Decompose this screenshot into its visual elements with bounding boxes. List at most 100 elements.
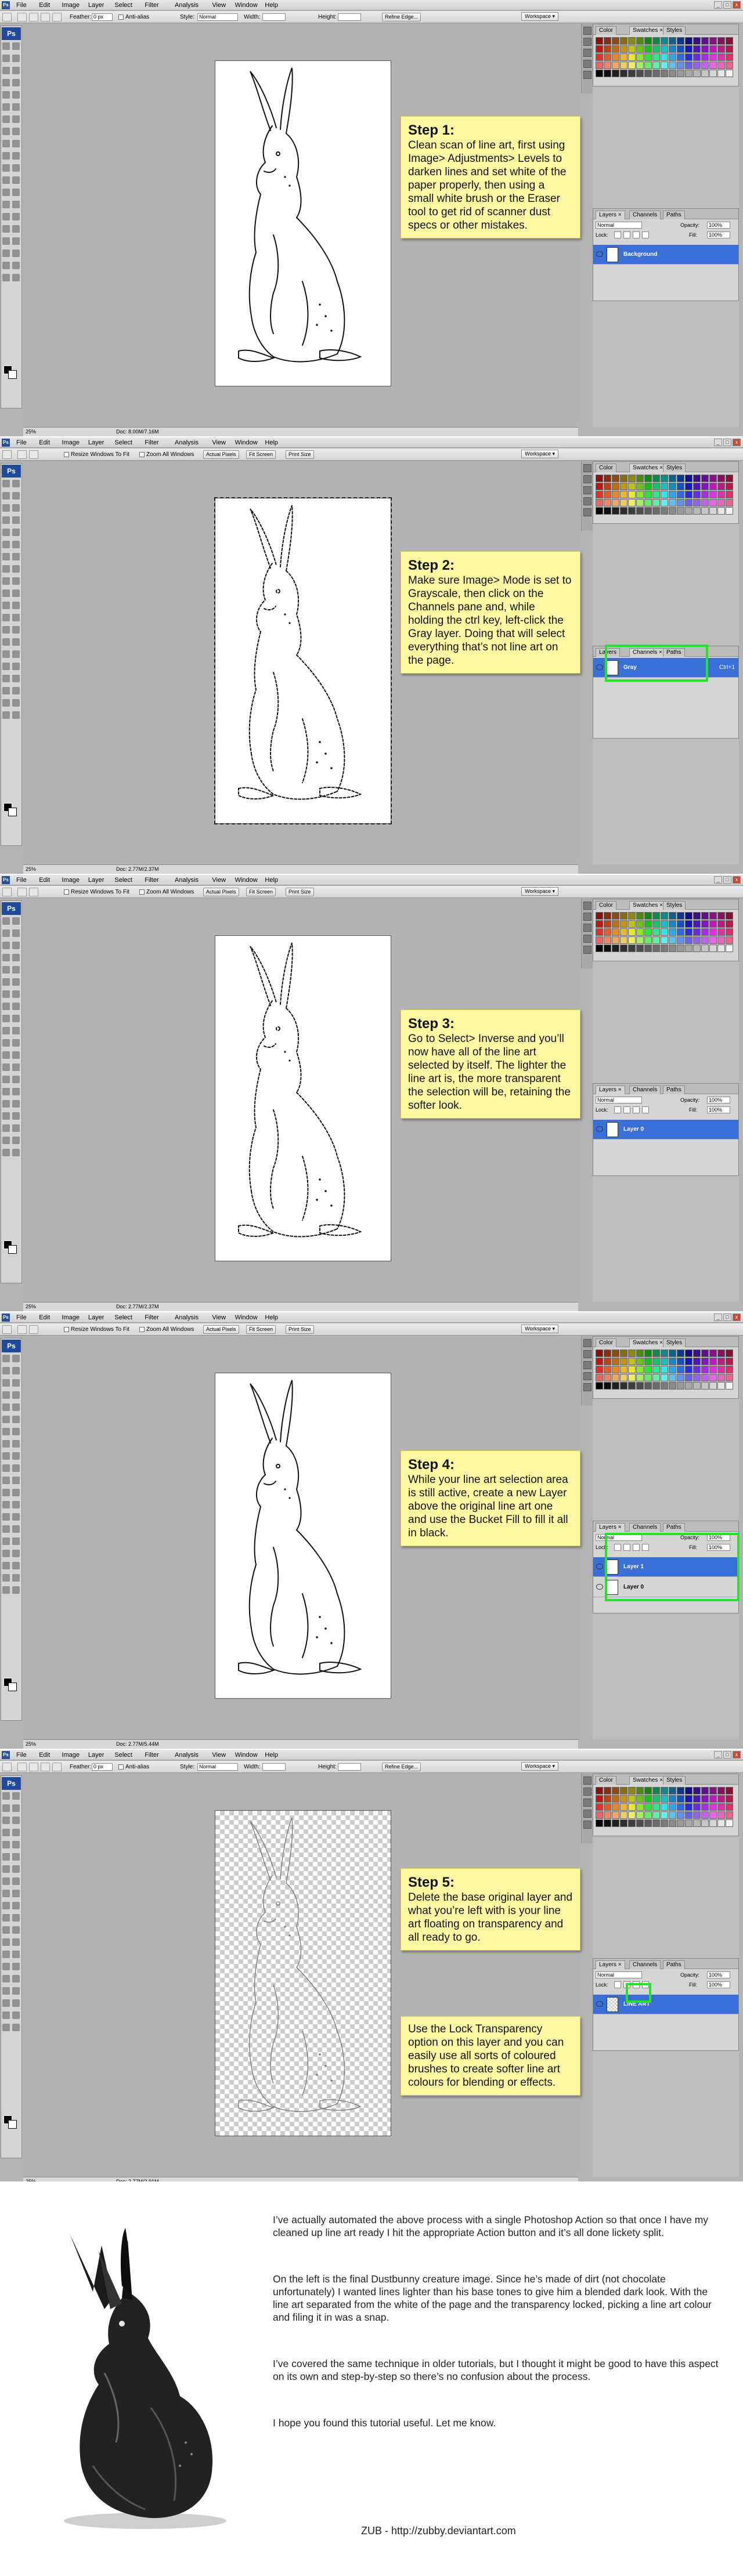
menu-edit[interactable]: Edit	[39, 439, 50, 446]
tool-icon[interactable]	[12, 1853, 20, 1861]
tool-icon[interactable]	[12, 663, 20, 670]
tool-icon[interactable]	[2, 1914, 10, 1922]
tool-icon[interactable]	[2, 541, 10, 548]
tool-icon[interactable]	[12, 480, 20, 487]
tab-channels[interactable]: Channels	[629, 1523, 661, 1532]
menu-filter[interactable]: Filter	[145, 2, 158, 9]
menu-file[interactable]: File	[16, 877, 27, 884]
menu-view[interactable]: View	[212, 2, 226, 9]
tool-icon[interactable]	[2, 1027, 10, 1034]
tool-icon[interactable]	[2, 1586, 10, 1594]
workspace-button[interactable]: Workspace ▾	[521, 887, 558, 896]
tool-icon[interactable]	[12, 699, 20, 707]
tool-icon[interactable]	[12, 55, 20, 62]
tool-icon[interactable]	[12, 1841, 20, 1848]
workspace-button[interactable]: Workspace ▾	[521, 450, 558, 458]
menu-image[interactable]: Image	[62, 2, 80, 9]
tool-icon[interactable]	[12, 152, 20, 160]
selection-mode-icon[interactable]	[52, 1763, 62, 1771]
background-color-swatch[interactable]	[8, 1245, 17, 1254]
print-size-button[interactable]: Print Size	[286, 1325, 314, 1334]
tool-icon[interactable]	[2, 42, 10, 50]
selection-mode-icon[interactable]	[29, 1763, 38, 1771]
tool-icon[interactable]	[2, 1137, 10, 1144]
tool-icon[interactable]	[12, 1963, 20, 1970]
menu-edit[interactable]: Edit	[39, 1752, 50, 1759]
tool-icon[interactable]	[2, 589, 10, 597]
minimize-button[interactable]: _	[714, 1, 722, 9]
zoom-out-icon[interactable]	[29, 450, 38, 459]
layer-row[interactable]: Layer 0	[593, 1120, 738, 1139]
tool-icon[interactable]	[12, 128, 20, 135]
menu-help[interactable]: Help	[265, 439, 278, 446]
tool-icon[interactable]	[12, 504, 20, 512]
tool-icon[interactable]	[2, 954, 10, 961]
tool-icon[interactable]	[12, 638, 20, 646]
dock-icon[interactable]	[583, 1372, 591, 1380]
menu-analysis[interactable]: Analysis	[175, 439, 199, 446]
tool-icon[interactable]	[2, 213, 10, 220]
tool-icon[interactable]	[12, 2024, 20, 2031]
dock-icon[interactable]	[583, 1383, 591, 1391]
zoom-level[interactable]: 25%	[26, 1741, 36, 1747]
tool-icon[interactable]	[2, 1987, 10, 1995]
dock-icon[interactable]	[583, 924, 591, 932]
tool-icon[interactable]	[2, 1051, 10, 1059]
tab-paths[interactable]: Paths	[663, 1960, 685, 1969]
tool-icon[interactable]	[2, 1938, 10, 1946]
tool-icon[interactable]	[12, 602, 20, 609]
tool-icon[interactable]	[12, 675, 20, 682]
selection-mode-icon[interactable]	[29, 13, 38, 21]
tool-icon[interactable]	[12, 577, 20, 585]
tool-icon[interactable]	[12, 954, 20, 961]
tab-channels[interactable]: Channels	[629, 1960, 661, 1969]
tool-icon[interactable]	[12, 1100, 20, 1108]
menu-analysis[interactable]: Analysis	[175, 877, 199, 884]
tool-icon[interactable]	[12, 79, 20, 86]
tool-icon[interactable]	[2, 1550, 10, 1557]
swatch-grid[interactable]	[596, 37, 737, 80]
fill-input[interactable]: 100%	[707, 231, 730, 238]
tool-icon[interactable]	[12, 1051, 20, 1059]
tool-icon[interactable]	[12, 565, 20, 573]
zoom-all-checkbox[interactable]	[139, 1327, 145, 1332]
menu-layer[interactable]: Layer	[88, 877, 104, 884]
menu-help[interactable]: Help	[265, 1752, 278, 1759]
tool-preset-icon[interactable]	[2, 1325, 12, 1334]
tool-icon[interactable]	[2, 1003, 10, 1010]
tool-icon[interactable]	[2, 1562, 10, 1569]
tool-icon[interactable]	[2, 1865, 10, 1873]
tool-icon[interactable]	[12, 115, 20, 123]
tool-icon[interactable]	[2, 201, 10, 208]
swatch-grid[interactable]	[596, 912, 737, 955]
dock-icon[interactable]	[583, 935, 591, 943]
style-select[interactable]: Normal	[197, 13, 238, 21]
tool-icon[interactable]	[2, 917, 10, 925]
tool-icon[interactable]	[2, 1902, 10, 1909]
refine-edge-button[interactable]: Refine Edge...	[382, 13, 421, 21]
tool-icon[interactable]	[2, 1403, 10, 1411]
visibility-eye-icon[interactable]	[596, 2001, 603, 2007]
tool-icon[interactable]	[12, 1003, 20, 1010]
tool-icon[interactable]	[2, 1477, 10, 1484]
tool-icon[interactable]	[2, 942, 10, 949]
tool-icon[interactable]	[12, 966, 20, 974]
menu-image[interactable]: Image	[62, 1752, 80, 1759]
tool-icon[interactable]	[12, 1562, 20, 1569]
fit-screen-button[interactable]: Fit Screen	[246, 1325, 276, 1334]
tool-icon[interactable]	[12, 1975, 20, 1982]
tab-layers[interactable]: Layers ×	[596, 1960, 625, 1969]
tool-icon[interactable]	[12, 1792, 20, 1800]
tool-icon[interactable]	[2, 663, 10, 670]
tool-icon[interactable]	[2, 115, 10, 123]
tab-paths[interactable]: Paths	[663, 1523, 685, 1532]
zoom-level[interactable]: 25%	[26, 429, 36, 435]
tool-icon[interactable]	[2, 1853, 10, 1861]
workspace-button[interactable]: Workspace ▾	[521, 1762, 558, 1771]
tool-icon[interactable]	[12, 213, 20, 220]
tool-icon[interactable]	[2, 1464, 10, 1472]
dock-icon[interactable]	[583, 38, 591, 46]
tool-icon[interactable]	[12, 1452, 20, 1460]
tab-channels[interactable]: Channels	[629, 1086, 661, 1094]
layer-row[interactable]: LINE ART	[593, 1995, 738, 2014]
